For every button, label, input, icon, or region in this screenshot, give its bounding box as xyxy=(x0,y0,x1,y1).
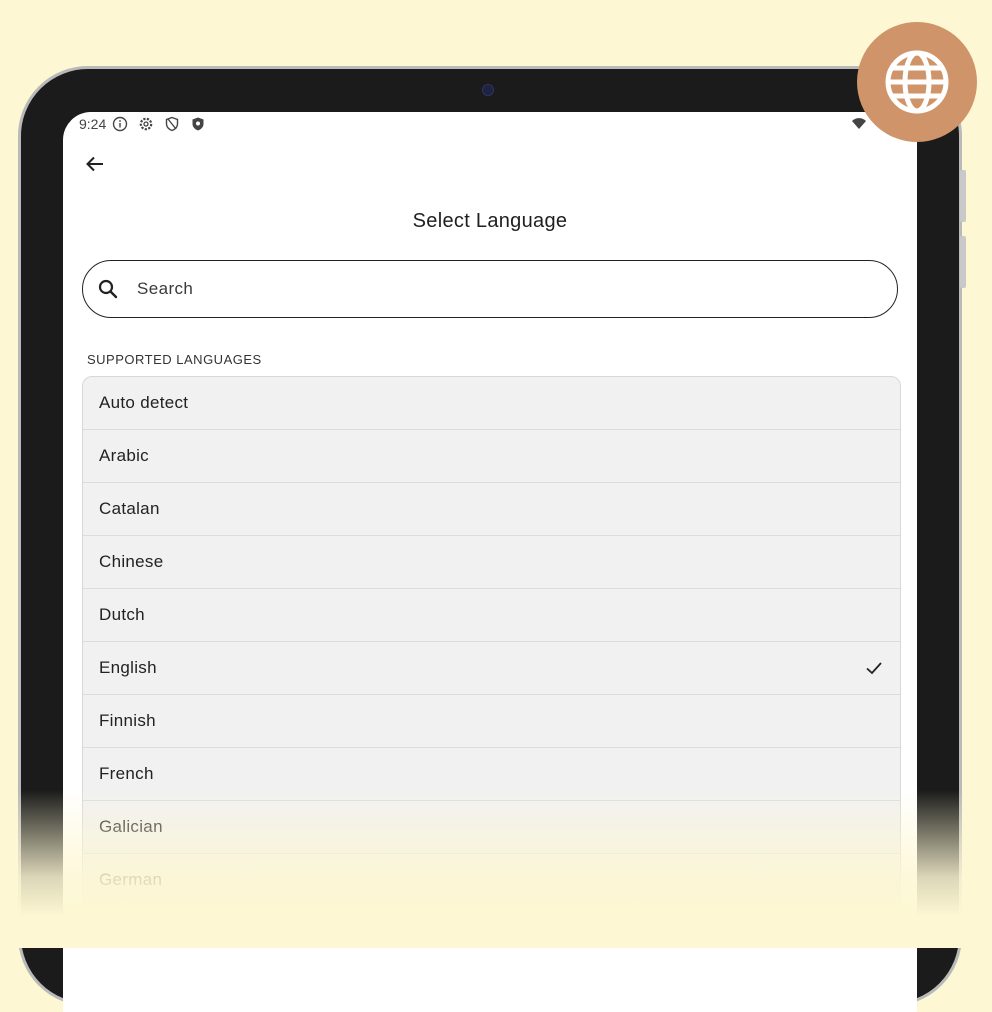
shield-filled-icon xyxy=(190,116,206,132)
language-label: Catalan xyxy=(99,499,160,518)
app-screen: 9:24 Select Language SUPPORTED LANGUA xyxy=(63,112,917,1012)
globe-badge xyxy=(857,22,977,142)
back-button[interactable] xyxy=(81,150,109,178)
language-item-auto-detect[interactable]: Auto detect xyxy=(83,377,900,430)
status-time: 9:24 xyxy=(79,116,107,132)
volume-button xyxy=(960,170,966,222)
language-item-catalan[interactable]: Catalan xyxy=(83,483,900,536)
shield-outline-icon xyxy=(164,116,180,132)
language-item-chinese[interactable]: Chinese xyxy=(83,536,900,589)
language-label: German xyxy=(99,870,163,889)
language-label: Chinese xyxy=(99,552,164,571)
language-item-galician[interactable]: Galician xyxy=(83,801,900,854)
status-bar: 9:24 xyxy=(63,112,917,136)
page-title: Select Language xyxy=(412,210,568,232)
language-label: Finnish xyxy=(99,711,156,730)
settings-icon xyxy=(138,116,154,132)
search-bar[interactable] xyxy=(82,260,898,318)
language-label: Dutch xyxy=(99,605,145,624)
search-icon xyxy=(97,278,119,300)
search-input[interactable] xyxy=(135,278,839,300)
language-item-french[interactable]: French xyxy=(83,748,900,801)
language-label: Auto detect xyxy=(99,393,189,412)
language-list: Auto detect Arabic Catalan Chinese Dutch… xyxy=(82,376,901,908)
arrow-left-icon xyxy=(85,154,105,174)
wifi-icon xyxy=(851,116,867,132)
language-label: Arabic xyxy=(99,446,149,465)
language-label: English xyxy=(99,658,157,677)
section-label: SUPPORTED LANGUAGES xyxy=(87,352,262,367)
language-item-german[interactable]: German xyxy=(83,854,900,907)
language-item-finnish[interactable]: Finnish xyxy=(83,695,900,748)
language-item-dutch[interactable]: Dutch xyxy=(83,589,900,642)
language-label: Galician xyxy=(99,817,163,836)
front-camera xyxy=(482,84,494,96)
power-button xyxy=(960,236,966,288)
check-icon xyxy=(864,658,884,678)
language-item-arabic[interactable]: Arabic xyxy=(83,430,900,483)
language-label: French xyxy=(99,764,154,783)
info-icon xyxy=(112,116,128,132)
globe-icon xyxy=(883,48,951,116)
language-item-english[interactable]: English xyxy=(83,642,900,695)
